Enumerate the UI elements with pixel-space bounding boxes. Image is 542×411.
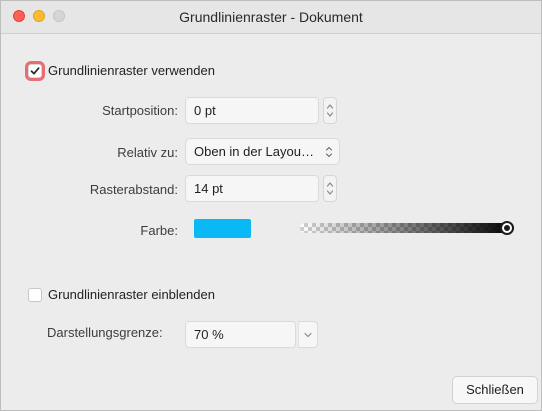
up-down-arrows-icon <box>325 146 333 158</box>
opacity-slider-track[interactable] <box>300 223 514 233</box>
opacity-gradient <box>300 223 514 233</box>
start-position-label: Startposition: <box>102 103 178 118</box>
display-limit-dropdown-button[interactable] <box>298 321 318 348</box>
title-bar: Grundlinienraster - Dokument <box>1 1 541 34</box>
grid-spacing-field[interactable]: 14 pt <box>185 175 319 202</box>
display-limit-field[interactable]: 70 % <box>185 321 296 348</box>
color-label: Farbe: <box>140 223 178 238</box>
up-down-arrows-icon <box>326 104 334 117</box>
start-position-field[interactable]: 0 pt <box>185 97 319 124</box>
up-down-arrows-icon <box>326 182 334 195</box>
opacity-slider-knob[interactable] <box>500 221 514 235</box>
grid-spacing-stepper[interactable] <box>323 175 337 202</box>
start-position-stepper[interactable] <box>323 97 337 124</box>
baseline-grid-dialog: Grundlinienraster - Dokument Grundlinien… <box>0 0 542 411</box>
checkmark-icon <box>30 67 40 75</box>
close-button[interactable]: Schließen <box>452 376 538 404</box>
knob-center <box>504 225 510 231</box>
window-title: Grundlinienraster - Dokument <box>179 9 363 25</box>
use-baseline-grid-label: Grundlinienraster verwenden <box>48 63 215 78</box>
grid-spacing-label: Rasterabstand: <box>89 182 178 197</box>
relative-to-label: Relativ zu: <box>117 145 178 160</box>
color-swatch[interactable] <box>194 219 251 238</box>
use-baseline-grid-checkbox[interactable] <box>28 64 42 78</box>
relative-to-popup[interactable]: Oben in der Layou… <box>185 138 340 165</box>
chevron-down-icon <box>304 332 312 337</box>
show-baseline-grid-checkbox[interactable] <box>28 288 42 302</box>
show-baseline-grid-label: Grundlinienraster einblenden <box>48 287 215 302</box>
display-limit-label: Darstellungsgrenze: <box>47 325 163 340</box>
relative-to-value: Oben in der Layou… <box>194 144 314 159</box>
